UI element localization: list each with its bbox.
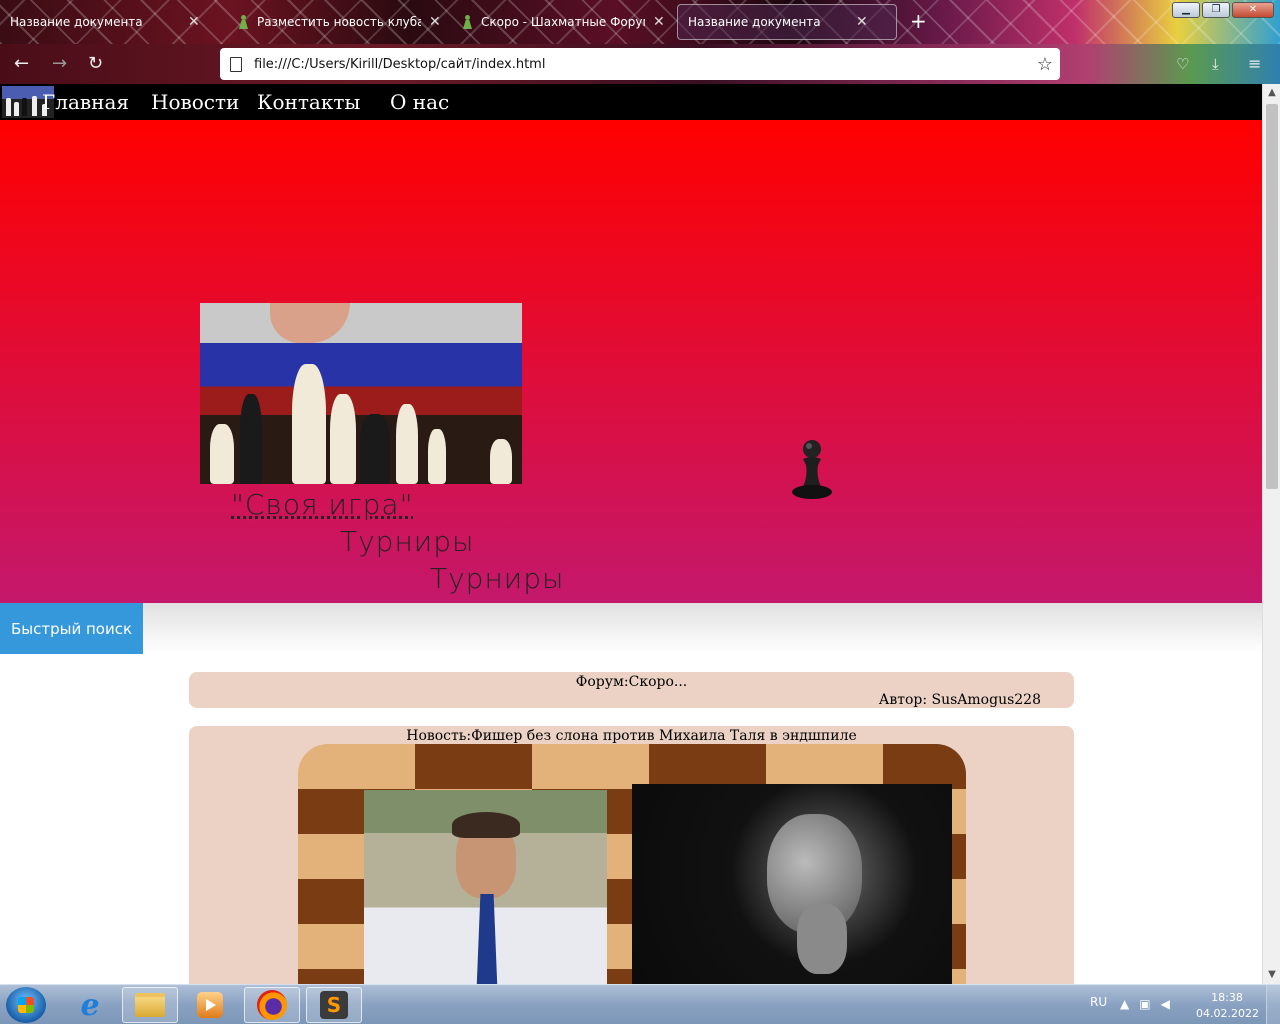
- tab-title: Название документа: [688, 15, 821, 29]
- firefox-icon[interactable]: [244, 987, 300, 1023]
- language-indicator[interactable]: RU: [1090, 995, 1107, 1009]
- hero-shadow: [0, 603, 1262, 653]
- news-card[interactable]: Новость:Фишер без слона против Михаила Т…: [189, 726, 1074, 984]
- nav-link-news[interactable]: Новости: [151, 90, 239, 114]
- hero-tournaments-text: Турниры: [430, 562, 565, 595]
- browser-toolbar: ← → ↻ file:///C:/Users/Kirill/Desktop/са…: [0, 44, 1280, 84]
- news-image: [298, 744, 966, 984]
- fischer-photo: [364, 790, 607, 984]
- scroll-up-icon[interactable]: ▲: [1266, 86, 1278, 100]
- forum-card-author: Автор: SusAmogus228: [878, 692, 1041, 708]
- address-bar[interactable]: file:///C:/Users/Kirill/Desktop/сайт/ind…: [220, 48, 1060, 80]
- new-tab-button[interactable]: +: [910, 10, 927, 32]
- pawn-icon: [462, 15, 473, 29]
- chess-flag-image: [200, 303, 522, 484]
- sublime-text-icon[interactable]: S: [306, 987, 362, 1023]
- close-icon[interactable]: ✕: [188, 14, 200, 30]
- hero-tournaments-text: Турниры: [340, 525, 475, 558]
- nav-link-about[interactable]: О нас: [390, 90, 449, 114]
- system-tray: ▲ ▣ ◀: [1120, 997, 1170, 1011]
- pawn-icon: [238, 15, 249, 29]
- tab-title: Разместить новость клуба - Ch: [257, 15, 421, 29]
- nav-link-contacts[interactable]: Контакты: [257, 90, 360, 114]
- network-icon[interactable]: ▣: [1139, 997, 1150, 1011]
- tab-3[interactable]: Скоро - Шахматные Форумы ✕: [452, 4, 675, 40]
- pocket-icon[interactable]: ♡: [1176, 54, 1189, 74]
- browser-titlebar: Название документа ✕ Разместить новость …: [0, 0, 1280, 44]
- tray-expand-icon[interactable]: ▲: [1120, 997, 1129, 1011]
- nav-link-home[interactable]: Главная: [42, 90, 129, 114]
- scroll-down-icon[interactable]: ▼: [1266, 968, 1278, 982]
- clock-time: 18:38: [1211, 991, 1243, 1004]
- volume-icon[interactable]: ◀: [1161, 997, 1170, 1011]
- reload-icon[interactable]: ↻: [88, 54, 103, 74]
- forward-arrow-icon[interactable]: →: [52, 54, 67, 74]
- hand-shape: [270, 303, 350, 343]
- tal-photo: [632, 784, 952, 984]
- page-viewport: Главная Новости Контакты О нас "Своя игр…: [0, 84, 1262, 984]
- internet-explorer-icon[interactable]: e: [62, 987, 118, 1023]
- forum-card-title: Форум:Скоро...: [575, 674, 688, 690]
- close-icon[interactable]: ✕: [429, 14, 441, 30]
- site-navbar: Главная Новости Контакты О нас: [0, 84, 1262, 120]
- clock[interactable]: 18:38 04.02.2022: [1196, 990, 1259, 1022]
- bookmark-star-icon[interactable]: ☆: [1030, 54, 1060, 75]
- tab-4-active[interactable]: Название документа ✕: [677, 4, 897, 40]
- download-icon[interactable]: ⤓: [1212, 54, 1219, 74]
- tab-title: Название документа: [10, 15, 143, 29]
- pawn-icon: [792, 440, 832, 499]
- hero-game-link[interactable]: "Своя игра": [231, 488, 413, 521]
- page-scrollbar[interactable]: ▲ ▼: [1262, 84, 1280, 984]
- show-desktop-button[interactable]: [1266, 985, 1280, 1024]
- forum-card[interactable]: Форум:Скоро... Автор: SusAmogus228: [189, 672, 1074, 708]
- maximize-button[interactable]: ❐: [1202, 2, 1230, 18]
- window-controls: ▁ ❐ ✕: [1172, 2, 1274, 18]
- taskbar: e S RU ▲ ▣ ◀ 18:38 04.02.2022: [0, 984, 1280, 1024]
- close-icon[interactable]: ✕: [653, 14, 665, 30]
- hero-banner: "Своя игра" Турниры Турниры: [0, 120, 1262, 603]
- tab-title: Скоро - Шахматные Форумы: [481, 15, 645, 29]
- url-text[interactable]: file:///C:/Users/Kirill/Desktop/сайт/ind…: [254, 57, 1030, 72]
- news-card-title: Новость:Фишер без слона против Михаила Т…: [406, 728, 857, 744]
- minimize-button[interactable]: ▁: [1172, 2, 1200, 18]
- clock-date: 04.02.2022: [1196, 1007, 1259, 1020]
- media-player-icon[interactable]: [182, 987, 238, 1023]
- file-explorer-icon[interactable]: [122, 987, 178, 1023]
- tab-1[interactable]: Название документа ✕: [0, 4, 210, 40]
- tab-2[interactable]: Разместить новость клуба - Ch ✕: [228, 4, 451, 40]
- page-icon: [230, 56, 242, 72]
- scroll-thumb[interactable]: [1266, 104, 1278, 489]
- window-close-button[interactable]: ✕: [1232, 2, 1274, 18]
- menu-icon[interactable]: ≡: [1248, 54, 1261, 74]
- start-button[interactable]: [6, 987, 46, 1023]
- back-arrow-icon[interactable]: ←: [14, 54, 29, 74]
- close-icon[interactable]: ✕: [856, 14, 868, 30]
- quick-search-button[interactable]: Быстрый поиск: [0, 603, 143, 654]
